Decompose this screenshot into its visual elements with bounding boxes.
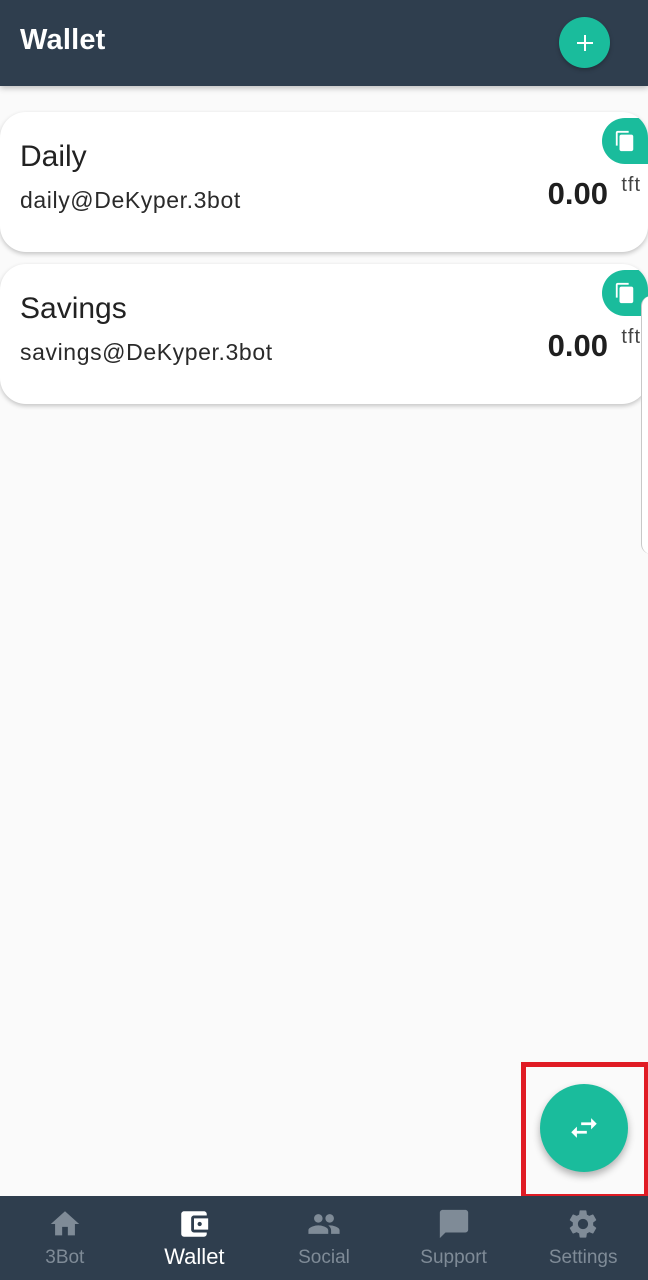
nav-item-3bot[interactable]: 3Bot <box>0 1196 130 1280</box>
app-bar: Wallet <box>0 0 648 86</box>
wallet-name: Savings <box>20 292 127 325</box>
wallet-balance: 0.00 <box>547 176 608 211</box>
nav-label: Wallet <box>164 1244 225 1269</box>
wallet-currency-unit: tft <box>621 174 641 196</box>
nav-item-wallet[interactable]: Wallet <box>130 1196 260 1280</box>
nav-label: Social <box>298 1247 350 1268</box>
home-icon <box>48 1207 82 1241</box>
transfer-fab-button[interactable] <box>540 1084 628 1172</box>
people-icon <box>307 1207 341 1241</box>
nav-item-support[interactable]: Support <box>389 1196 519 1280</box>
wallet-address: daily@DeKyper.3bot <box>20 187 241 213</box>
wallet-card-savings[interactable]: Savings savings@DeKyper.3bot 0.00 tft <box>0 264 648 404</box>
nav-label: 3Bot <box>45 1247 85 1268</box>
plus-icon <box>576 34 593 51</box>
wallet-address: savings@DeKyper.3bot <box>20 339 273 365</box>
wallet-currency-unit: tft <box>621 326 641 348</box>
copy-icon <box>615 130 634 152</box>
wallet-balance: 0.00 <box>547 328 608 363</box>
copy-icon <box>615 282 634 304</box>
wallet-name: Daily <box>20 140 87 173</box>
side-sheet-edge <box>641 296 648 554</box>
nav-label: Settings <box>548 1247 618 1268</box>
copy-address-button[interactable] <box>602 118 648 164</box>
nav-label: Support <box>420 1247 487 1268</box>
gear-icon <box>566 1207 600 1241</box>
wallet-card-daily[interactable]: Daily daily@DeKyper.3bot 0.00 tft <box>0 112 648 252</box>
wallet-screen: Wallet Daily daily@DeKyper.3bot 0.00 tft… <box>0 0 648 1280</box>
wallet-icon <box>177 1207 211 1241</box>
nav-item-settings[interactable]: Settings <box>518 1196 648 1280</box>
chat-icon <box>437 1207 471 1241</box>
nav-item-social[interactable]: Social <box>259 1196 389 1280</box>
swap-arrows-icon <box>571 1118 597 1138</box>
page-title: Wallet <box>20 24 106 56</box>
add-wallet-button[interactable] <box>559 17 610 68</box>
bottom-navigation: 3Bot Wallet Social Support Settings <box>0 1196 648 1280</box>
